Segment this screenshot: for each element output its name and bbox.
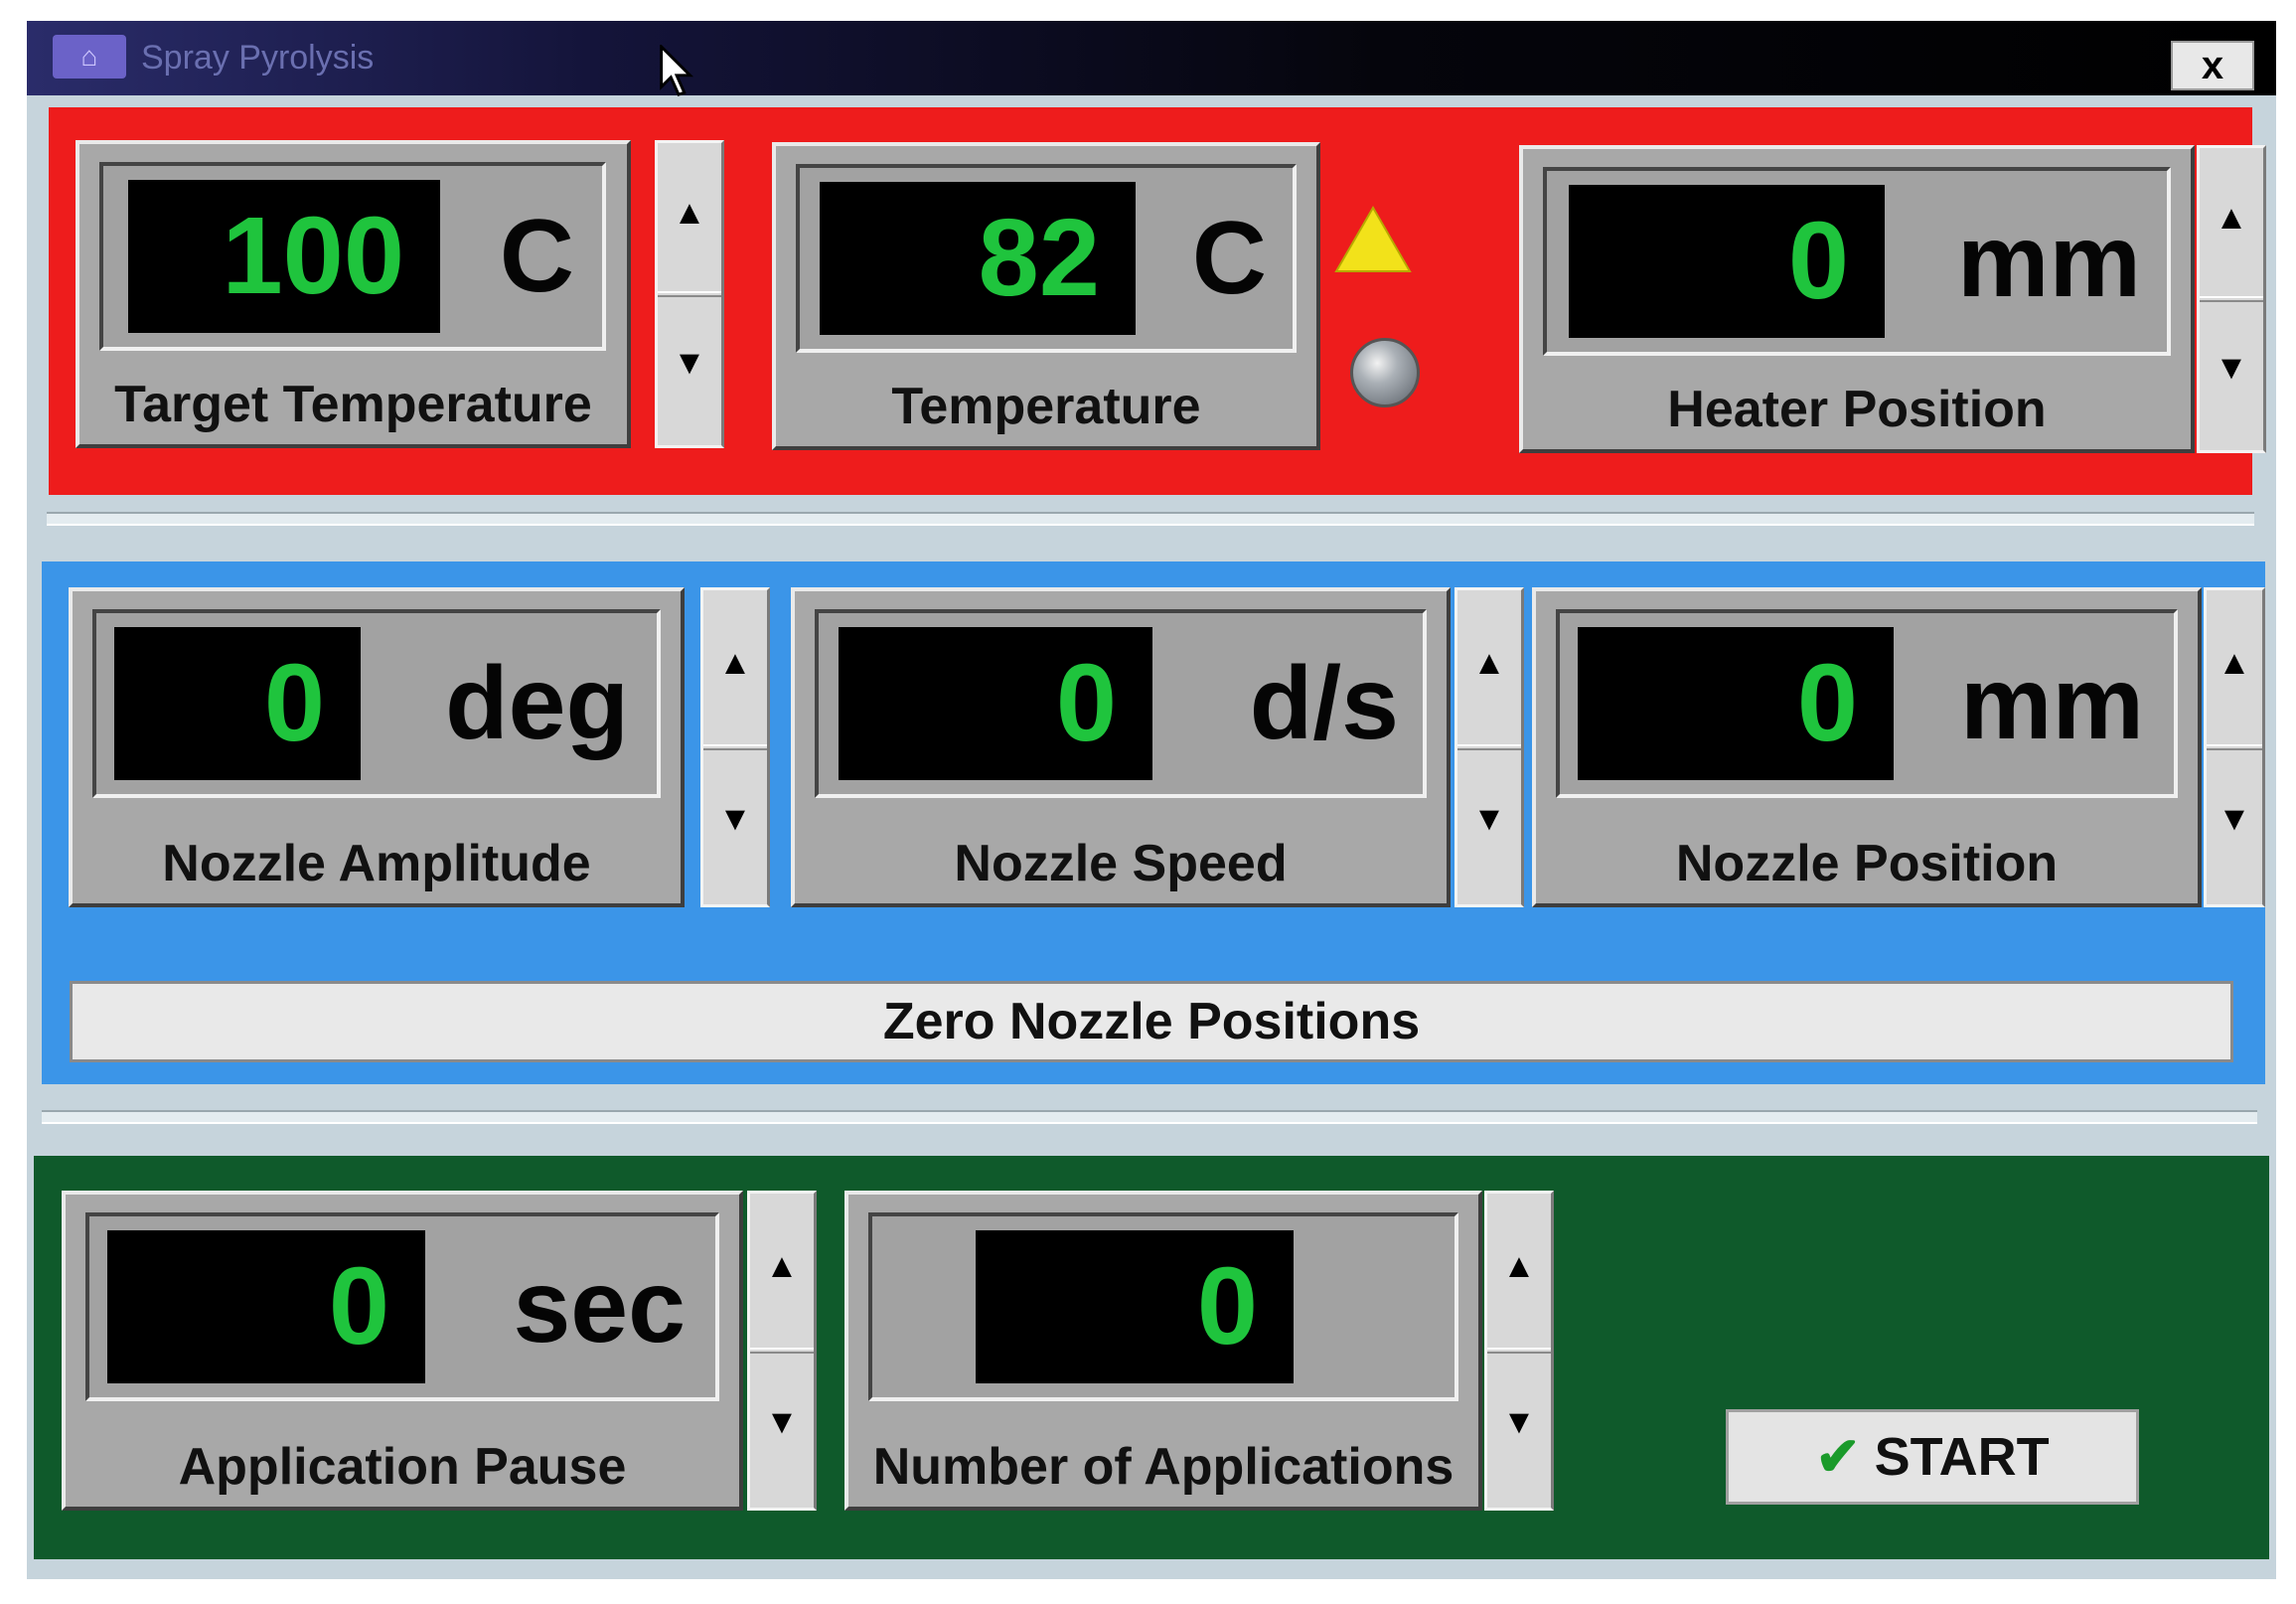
close-button[interactable]: x	[2171, 41, 2254, 90]
heater-panel: 100 C Target Temperature ▲ ▼ 82 C Temper…	[49, 107, 2266, 495]
heater-position-display[interactable]: 0	[1569, 185, 1885, 338]
application-pause-up-button[interactable]: ▲	[750, 1194, 814, 1354]
target-temperature-unit: C	[499, 199, 574, 314]
temperature-label: Temperature	[891, 378, 1201, 435]
checkmark-icon: ✔	[1815, 1427, 1861, 1487]
nozzle-amplitude-spinner: ▲ ▼	[700, 587, 770, 907]
heater-position-label: Heater Position	[1667, 381, 2047, 438]
start-button[interactable]: ✔ START	[1726, 1409, 2139, 1505]
nozzle-position-spinner: ▲ ▼	[2204, 587, 2265, 907]
nozzle-position-down-button[interactable]: ▼	[2207, 744, 2262, 904]
target-temperature-display[interactable]: 100	[128, 180, 440, 333]
temperature-display: 82	[820, 182, 1136, 335]
nozzle-amplitude-up-button[interactable]: ▲	[703, 590, 767, 750]
window-title: Spray Pyrolysis	[141, 39, 375, 77]
target-temperature-label: Target Temperature	[114, 376, 592, 433]
heater-position-frame: 0 mm	[1543, 167, 2171, 356]
nozzle-amplitude-frame: 0 deg	[92, 609, 661, 798]
application-pause-display[interactable]: 0	[107, 1230, 425, 1383]
separator-top	[47, 512, 2254, 526]
warning-triangle-icon	[1334, 206, 1412, 272]
heater-position-unit: mm	[1957, 204, 2141, 319]
application-panel: 0 sec Application Pause ▲ ▼ 0 Number of …	[34, 1156, 2269, 1559]
application-pause-control: 0 sec Application Pause	[62, 1191, 743, 1511]
nozzle-speed-up-button[interactable]: ▲	[1457, 590, 1521, 750]
nozzle-speed-down-button[interactable]: ▼	[1457, 744, 1521, 904]
nozzle-amplitude-display[interactable]: 0	[114, 627, 361, 780]
nozzle-position-display[interactable]: 0	[1578, 627, 1894, 780]
nozzle-position-unit: mm	[1960, 646, 2144, 761]
nozzle-panel: 0 deg Nozzle Amplitude ▲ ▼ 0 d/s Nozzle …	[42, 561, 2265, 1084]
number-of-applications-spinner: ▲ ▼	[1484, 1191, 1554, 1511]
nozzle-position-control: 0 mm Nozzle Position	[1532, 587, 2202, 907]
separator-bottom	[42, 1110, 2257, 1124]
nozzle-amplitude-down-button[interactable]: ▼	[703, 744, 767, 904]
application-pause-frame: 0 sec	[85, 1212, 719, 1401]
application-pause-down-button[interactable]: ▼	[750, 1348, 814, 1508]
nozzle-amplitude-unit: deg	[445, 646, 629, 761]
application-pause-label: Application Pause	[178, 1438, 627, 1496]
nozzle-speed-display[interactable]: 0	[839, 627, 1152, 780]
nozzle-speed-unit: d/s	[1249, 646, 1399, 761]
number-of-applications-label: Number of Applications	[872, 1438, 1454, 1496]
mouse-cursor-icon	[660, 45, 694, 96]
target-temperature-frame: 100 C	[99, 162, 606, 351]
number-of-applications-down-button[interactable]: ▼	[1487, 1348, 1551, 1508]
heater-position-down-button[interactable]: ▼	[2200, 296, 2263, 450]
zero-nozzle-positions-button[interactable]: Zero Nozzle Positions	[70, 981, 2233, 1062]
nozzle-speed-control: 0 d/s Nozzle Speed	[791, 587, 1451, 907]
nozzle-speed-label: Nozzle Speed	[954, 835, 1288, 892]
status-led-icon	[1350, 338, 1420, 407]
target-temperature-spinner: ▲ ▼	[655, 140, 724, 448]
nozzle-speed-spinner: ▲ ▼	[1454, 587, 1524, 907]
nozzle-position-up-button[interactable]: ▲	[2207, 590, 2262, 750]
temperature-control: 82 C Temperature	[772, 142, 1320, 450]
title-bar: ⌂ Spray Pyrolysis x	[27, 21, 2276, 96]
number-of-applications-control: 0 Number of Applications	[844, 1191, 1482, 1511]
start-button-label: START	[1874, 1427, 2050, 1487]
number-of-applications-frame: 0	[868, 1212, 1458, 1401]
number-of-applications-display[interactable]: 0	[976, 1230, 1294, 1383]
nozzle-position-label: Nozzle Position	[1675, 835, 2059, 892]
heater-position-spinner: ▲ ▼	[2197, 145, 2266, 453]
app-icon: ⌂	[53, 35, 126, 79]
nozzle-amplitude-control: 0 deg Nozzle Amplitude	[69, 587, 685, 907]
temperature-unit: C	[1191, 201, 1267, 316]
temperature-frame: 82 C	[796, 164, 1297, 353]
application-pause-unit: sec	[513, 1249, 686, 1364]
number-of-applications-up-button[interactable]: ▲	[1487, 1194, 1551, 1354]
target-temperature-down-button[interactable]: ▼	[658, 291, 721, 445]
target-temperature-up-button[interactable]: ▲	[658, 143, 721, 297]
heater-position-control: 0 mm Heater Position	[1519, 145, 2195, 453]
application-pause-spinner: ▲ ▼	[747, 1191, 817, 1511]
heater-position-up-button[interactable]: ▲	[2200, 148, 2263, 302]
nozzle-amplitude-label: Nozzle Amplitude	[162, 835, 591, 892]
target-temperature-control: 100 C Target Temperature	[76, 140, 631, 448]
nozzle-speed-frame: 0 d/s	[815, 609, 1427, 798]
nozzle-position-frame: 0 mm	[1556, 609, 2178, 798]
spray-pyrolysis-window: ⌂ Spray Pyrolysis x 100 C Target Tempera…	[27, 21, 2276, 1579]
